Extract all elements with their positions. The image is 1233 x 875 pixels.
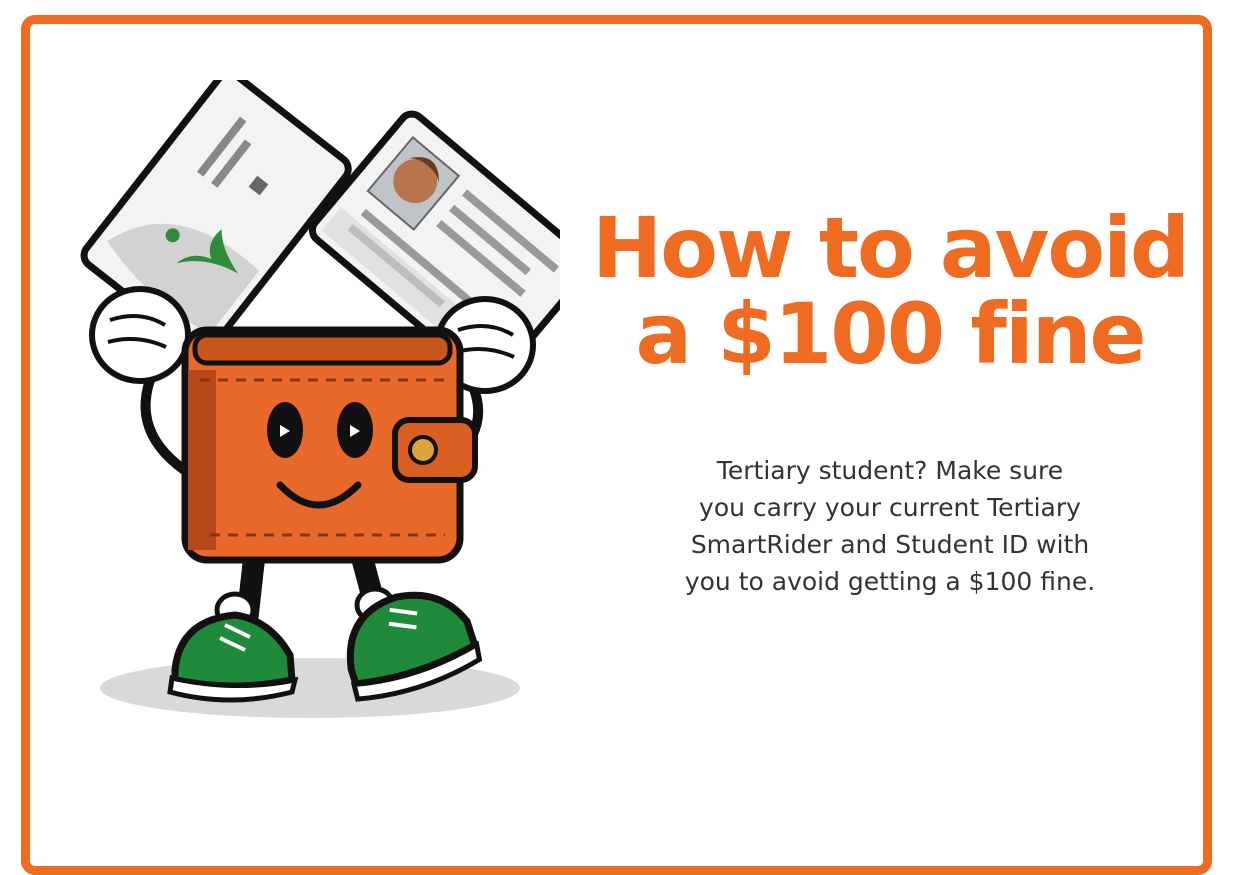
wallet-mascot-illustration [80,80,560,718]
body-text: Tertiary student? Make sure you carry yo… [600,452,1180,600]
body-line-2: you carry your current Tertiary [699,493,1081,522]
left-glove-icon [89,286,191,384]
left-sneaker-icon [167,611,299,703]
body-line-3: SmartRider and Student ID with [690,530,1090,559]
wallet-body [181,326,478,564]
clasp-button-icon [408,435,438,465]
body-line-1: Tertiary student? Make sure [716,456,1064,485]
body-line-4: you to avoid getting a $100 fine. [684,567,1096,596]
headline: How to avoid a $100 fine [570,205,1210,377]
headline-line-2: a $100 fine [635,285,1146,383]
headline-line-1: How to avoid [591,199,1190,297]
